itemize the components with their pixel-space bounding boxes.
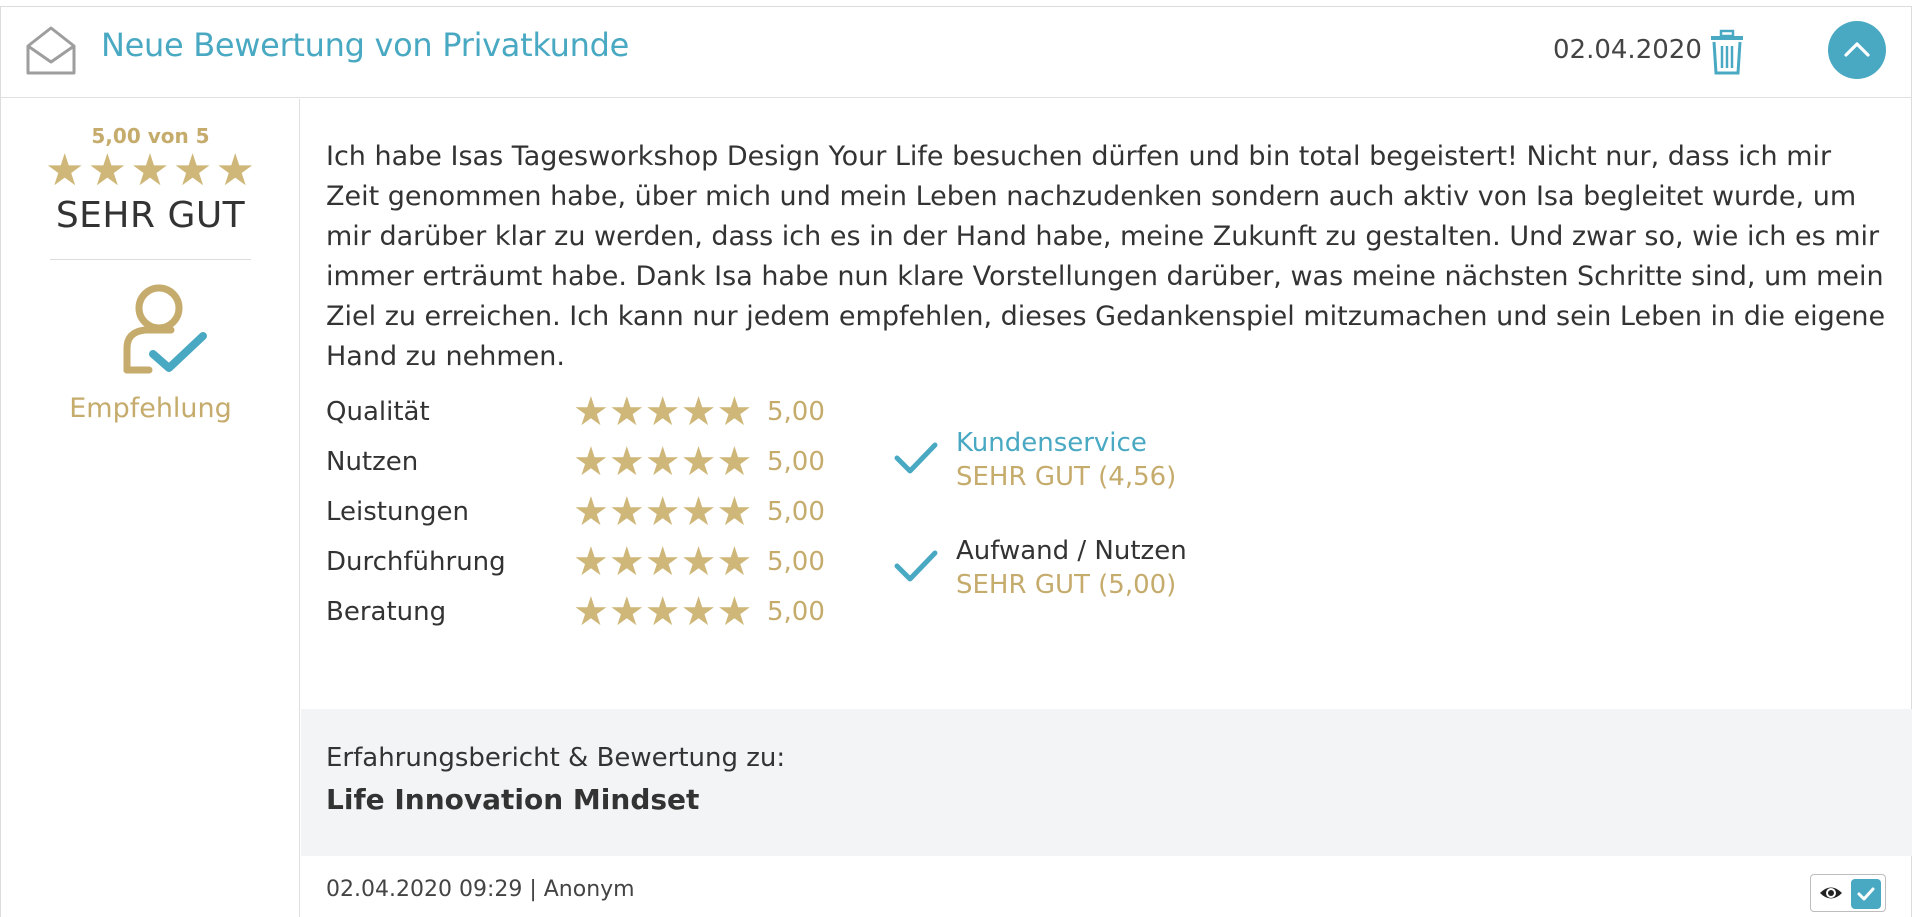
product-label: Erfahrungsbericht & Bewertung zu: <box>326 743 786 773</box>
rating-stars: ★ ★ ★ ★ ★ <box>573 539 753 585</box>
rating-label: Beratung <box>326 597 447 627</box>
star-icon: ★ <box>130 145 170 196</box>
star-icon: ★ <box>215 145 255 196</box>
visibility-toggle[interactable] <box>1810 874 1886 912</box>
star-icon: ★ <box>608 439 645 485</box>
star-icon: ★ <box>608 389 645 435</box>
rating-label: Qualität <box>326 397 430 427</box>
rating-value: 5,00 <box>767 447 825 477</box>
rating-stars: ★ ★ ★ ★ ★ <box>573 489 753 535</box>
star-icon: ★ <box>573 389 609 435</box>
check-title: Aufwand / Nutzen <box>956 536 1187 566</box>
star-icon: ★ <box>608 539 645 585</box>
product-info: Erfahrungsbericht & Bewertung zu: Life I… <box>301 709 1912 856</box>
rating-row-leistungen: Leistungen ★ ★ ★ ★ ★ 5,00 <box>326 492 846 532</box>
chevron-up-icon <box>1844 42 1870 57</box>
user-check-icon <box>123 284 207 374</box>
card-header: Neue Bewertung von Privatkunde 02.04.202… <box>1 7 1911 98</box>
checkmark-icon <box>894 550 938 582</box>
envelope-icon <box>26 26 76 75</box>
star-icon: ★ <box>680 389 717 435</box>
recommendation-label: Empfehlung <box>69 393 232 424</box>
review-meta: 02.04.2020 09:29 | Anonym <box>326 877 635 902</box>
star-icon: ★ <box>644 539 681 585</box>
star-icon: ★ <box>172 145 213 196</box>
star-icon: ★ <box>87 145 128 196</box>
review-card: Neue Bewertung von Privatkunde 02.04.202… <box>0 6 1912 917</box>
checkmark-icon <box>894 442 938 474</box>
rating-value: 5,00 <box>767 597 825 627</box>
star-icon: ★ <box>644 439 681 485</box>
star-icon: ★ <box>680 539 717 585</box>
overall-grade: SEHR GUT <box>55 195 246 236</box>
rating-row-qualitaet: Qualität ★ ★ ★ ★ ★ 5,00 <box>326 392 846 432</box>
star-icon: ★ <box>716 439 753 485</box>
rating-stars: ★ ★ ★ ★ ★ <box>573 389 753 435</box>
rating-stars: ★ ★ ★ ★ ★ <box>573 439 753 485</box>
score-summary: 5,00 von 5 ★ ★ ★ ★ ★ SEHR GUT Empfehlung <box>1 99 300 917</box>
rating-label: Durchführung <box>326 547 506 577</box>
star-icon: ★ <box>608 489 645 535</box>
star-icon: ★ <box>680 589 717 635</box>
star-icon: ★ <box>573 539 609 585</box>
trash-icon[interactable] <box>1708 29 1746 75</box>
star-icon: ★ <box>644 589 681 635</box>
review-text: Ich habe Isas Tagesworkshop Design Your … <box>326 141 1886 372</box>
rating-row-beratung: Beratung ★ ★ ★ ★ ★ 5,00 <box>326 592 846 632</box>
star-icon: ★ <box>680 489 717 535</box>
star-icon: ★ <box>573 589 609 635</box>
star-icon: ★ <box>644 489 681 535</box>
review-date: 02.04.2020 <box>1553 35 1702 65</box>
check-subtitle: SEHR GUT (5,00) <box>956 570 1177 600</box>
eye-icon <box>1820 887 1842 899</box>
star-icon: ★ <box>644 389 681 435</box>
check-subtitle: SEHR GUT (4,56) <box>956 462 1177 492</box>
check-title: Kundenservice <box>956 428 1147 458</box>
checkmark-icon <box>1857 887 1875 901</box>
star-icon: ★ <box>716 589 753 635</box>
rating-value: 5,00 <box>767 497 825 527</box>
star-icon: ★ <box>716 489 753 535</box>
star-icon: ★ <box>716 539 753 585</box>
product-name: Life Innovation Mindset <box>326 783 700 816</box>
published-checkbox[interactable] <box>1851 879 1881 909</box>
rating-value: 5,00 <box>767 547 825 577</box>
review-title: Neue Bewertung von Privatkunde <box>101 26 629 64</box>
rating-row-nutzen: Nutzen ★ ★ ★ ★ ★ 5,00 <box>326 442 846 482</box>
collapse-button[interactable] <box>1828 21 1886 79</box>
star-icon: ★ <box>573 439 609 485</box>
overall-stars: ★ ★ ★ ★ ★ <box>45 145 255 196</box>
divider <box>50 259 251 260</box>
check-aufwand-nutzen: Aufwand / Nutzen SEHR GUT (5,00) <box>894 534 1294 606</box>
star-icon: ★ <box>716 389 753 435</box>
check-kundenservice: Kundenservice SEHR GUT (4,56) <box>894 426 1294 498</box>
rating-label: Leistungen <box>326 497 469 527</box>
rating-value: 5,00 <box>767 397 825 427</box>
star-icon: ★ <box>45 145 85 196</box>
star-icon: ★ <box>573 489 609 535</box>
rating-row-durchfuehrung: Durchführung ★ ★ ★ ★ ★ 5,00 <box>326 542 846 582</box>
star-icon: ★ <box>680 439 717 485</box>
rating-label: Nutzen <box>326 447 419 477</box>
rating-stars: ★ ★ ★ ★ ★ <box>573 589 753 635</box>
star-icon: ★ <box>608 589 645 635</box>
